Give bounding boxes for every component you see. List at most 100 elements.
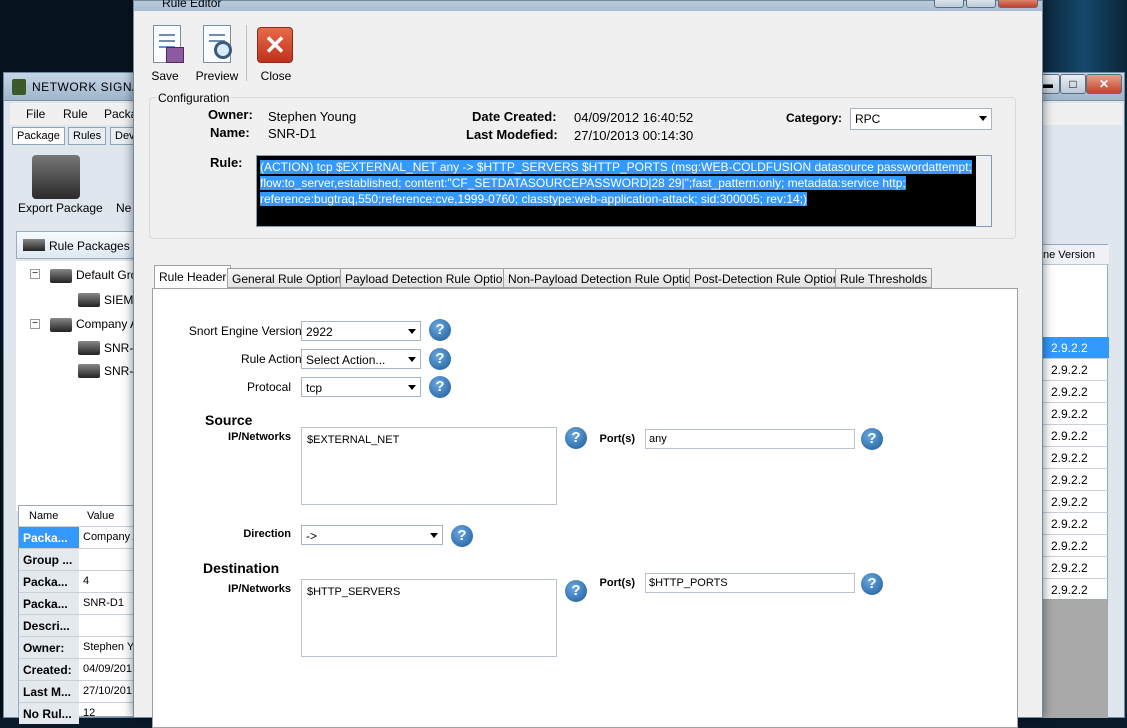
snort-engine-select[interactable]: 2922 xyxy=(301,321,421,341)
tree-item-snr[interactable]: SNR-I xyxy=(104,341,137,355)
help-icon[interactable]: ? xyxy=(429,348,451,370)
date-created-value: 04/09/2012 16:40:52 xyxy=(574,110,694,125)
table-row[interactable]: Packa... Company A xyxy=(19,526,135,548)
grid-empty-area xyxy=(1042,600,1108,718)
chevron-down-icon xyxy=(408,385,416,390)
new-button-label[interactable]: Ne xyxy=(116,201,131,215)
grid-value: 27/10/201 xyxy=(83,685,132,697)
maximize-button[interactable]: □ xyxy=(1060,74,1086,94)
destination-port-field[interactable]: $HTTP_PORTS xyxy=(645,573,855,593)
rule-action-select[interactable]: Select Action... xyxy=(301,349,421,369)
grid-value: SNR-D1 xyxy=(83,597,124,609)
help-icon[interactable]: ? xyxy=(429,376,451,398)
package-icon xyxy=(50,318,72,332)
rule-editor-titlebar: Rule Editor xyxy=(134,0,1042,11)
tree-item-company-a[interactable]: Company A xyxy=(76,317,138,331)
grid-key: Descri... xyxy=(19,615,79,636)
rule-editor-title: Rule Editor xyxy=(162,0,222,10)
package-icon xyxy=(78,341,100,355)
close-label: Close xyxy=(260,69,292,83)
name-label: Name: xyxy=(210,125,250,140)
configuration-label: Configuration xyxy=(156,91,232,105)
tree-expander[interactable]: − xyxy=(30,319,40,329)
maximize-button[interactable] xyxy=(966,0,996,8)
name-value: SNR-D1 xyxy=(268,126,317,141)
preview-button[interactable]: Preview xyxy=(194,23,240,83)
source-port-field[interactable]: any xyxy=(645,429,855,449)
table-row[interactable]: 2.9.2.2 xyxy=(1043,469,1109,491)
table-row[interactable]: Packa... SNR-D1 xyxy=(19,592,135,614)
close-editor-button[interactable]: ✕ Close xyxy=(248,23,304,83)
rule-packages-title: Rule Packages xyxy=(49,239,130,253)
table-row[interactable]: 2.9.2.2 xyxy=(1043,557,1109,579)
menu-rule[interactable]: Rule xyxy=(63,107,88,121)
table-row[interactable]: Group ... xyxy=(19,548,135,570)
table-row[interactable]: Owner: Stephen Y xyxy=(19,636,135,658)
grid-header-name: Name xyxy=(29,510,59,522)
table-row[interactable]: 2.9.2.2 xyxy=(1043,337,1109,359)
help-icon[interactable]: ? xyxy=(861,428,883,450)
table-row[interactable]: Last M... 27/10/201 xyxy=(19,680,135,702)
tab-rule-thresholds[interactable]: Rule Thresholds xyxy=(835,268,933,288)
table-row[interactable]: 2.9.2.2 xyxy=(1043,513,1109,535)
grid-key: No Rul... xyxy=(19,703,79,724)
table-row[interactable]: 2.9.2.2 xyxy=(1043,579,1109,601)
grid-value: 4 xyxy=(83,575,90,587)
grid-key: Last M... xyxy=(19,681,79,702)
rule-text-area[interactable]: (ACTION) tcp $EXTERNAL_NET any -> $HTTP_… xyxy=(256,155,992,227)
help-icon[interactable]: ? xyxy=(451,525,473,547)
close-button[interactable] xyxy=(998,0,1038,8)
table-row[interactable]: Descri... xyxy=(19,614,135,636)
minimize-button[interactable] xyxy=(934,0,964,8)
tab-rules[interactable]: Rules xyxy=(68,127,107,145)
grid-key: Created: xyxy=(19,659,79,680)
close-icon: ✕ xyxy=(257,27,293,63)
grid-key: Packa... xyxy=(19,571,79,592)
rule-editor-window: Rule Editor Save Preview ✕ Close Configu… xyxy=(133,0,1043,728)
tree-item-siem[interactable]: SIEM xyxy=(104,293,133,307)
owner-value: Stephen Young xyxy=(268,109,357,124)
export-package-label: Export Package xyxy=(18,201,103,215)
tab-post-detection[interactable]: Post-Detection Rule Options xyxy=(689,268,851,288)
table-row[interactable]: 2.9.2.2 xyxy=(1043,359,1109,381)
grid-value xyxy=(81,615,135,636)
tab-payload-detection[interactable]: Payload Detection Rule Options xyxy=(340,268,521,288)
rule-label: Rule: xyxy=(210,155,243,170)
table-row[interactable]: 2.9.2.2 xyxy=(1043,403,1109,425)
table-row[interactable]: Packa... 4 xyxy=(19,570,135,592)
magnifier-icon xyxy=(214,41,232,59)
grid-key: Owner: xyxy=(19,637,79,658)
table-row[interactable]: Created: 04/09/201 xyxy=(19,658,135,680)
close-button[interactable]: ✕ xyxy=(1086,74,1122,94)
rule-packages-header: Rule Packages xyxy=(16,231,134,259)
protocol-select[interactable]: tcp xyxy=(301,377,421,397)
save-button[interactable]: Save xyxy=(144,23,186,83)
save-label: Save xyxy=(151,69,179,83)
tab-general-rule-options[interactable]: General Rule Options xyxy=(227,268,353,288)
table-row[interactable]: 2.9.2.2 xyxy=(1043,447,1109,469)
source-ip-field[interactable]: $EXTERNAL_NET xyxy=(301,427,557,505)
table-row[interactable]: 2.9.2.2 xyxy=(1043,381,1109,403)
menu-file[interactable]: File xyxy=(26,107,45,121)
tab-rule-header[interactable]: Rule Header xyxy=(154,265,232,289)
column-header-engine-version[interactable]: ne Version xyxy=(1043,245,1109,265)
destination-ip-field[interactable]: $HTTP_SERVERS xyxy=(301,579,557,657)
table-row[interactable]: 2.9.2.2 xyxy=(1043,535,1109,557)
tree-expander[interactable]: − xyxy=(30,269,40,279)
direction-select[interactable]: -> xyxy=(301,525,443,545)
tree-item-snr[interactable]: SNR-I xyxy=(104,364,137,378)
grid-value: 04/09/201 xyxy=(83,663,132,675)
export-package-button[interactable]: Export Package xyxy=(12,153,132,223)
grid-header-value: Value xyxy=(87,510,115,522)
rule-scrollbar[interactable] xyxy=(976,156,991,226)
table-row[interactable]: 2.9.2.2 xyxy=(1043,425,1109,447)
category-select[interactable]: RPC xyxy=(850,108,992,130)
table-row[interactable]: No Rul... 12 xyxy=(19,702,135,724)
help-icon[interactable]: ? xyxy=(429,319,451,341)
grid-key: Group ... xyxy=(19,549,79,570)
tab-package[interactable]: Package xyxy=(12,127,65,145)
tab-non-payload-detection[interactable]: Non-Payload Detection Rule Options xyxy=(503,268,710,288)
direction-value: -> xyxy=(306,529,318,543)
help-icon[interactable]: ? xyxy=(861,573,883,595)
table-row[interactable]: 2.9.2.2 xyxy=(1043,491,1109,513)
